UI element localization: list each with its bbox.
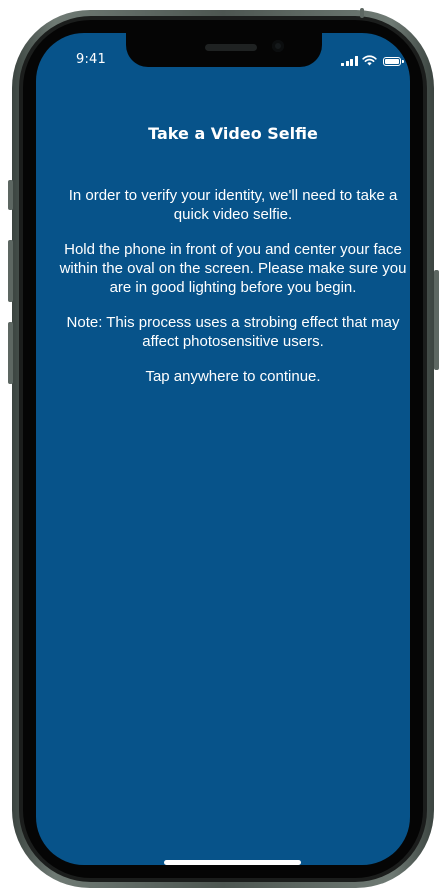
status-time: 9:41 xyxy=(76,52,106,67)
wifi-icon xyxy=(361,55,377,66)
volume-up-button xyxy=(8,240,13,302)
mute-switch xyxy=(8,180,13,210)
instruction-paragraph-3: Note: This process uses a strobing effec… xyxy=(66,314,400,350)
instruction-paragraph-1: In order to verify your identity, we'll … xyxy=(68,187,398,223)
instructions-area[interactable]: Take a Video Selfie In order to verify y… xyxy=(58,120,408,402)
tap-to-continue-prompt[interactable]: Tap anywhere to continue. xyxy=(58,367,408,386)
volume-down-button xyxy=(8,322,13,384)
status-icons xyxy=(341,54,404,66)
home-indicator[interactable] xyxy=(164,860,301,865)
instruction-paragraph-2: Hold the phone in front of you and cente… xyxy=(59,241,407,296)
power-button xyxy=(434,270,439,370)
battery-icon xyxy=(382,57,404,66)
earpiece-speaker xyxy=(205,44,257,51)
antenna-line xyxy=(360,8,364,18)
cellular-signal-icon xyxy=(341,56,358,66)
page-title: Take a Video Selfie xyxy=(148,124,318,143)
front-camera xyxy=(272,40,284,52)
phone-device: 9:41 Take a Video Selfie In order to ver… xyxy=(0,0,446,893)
